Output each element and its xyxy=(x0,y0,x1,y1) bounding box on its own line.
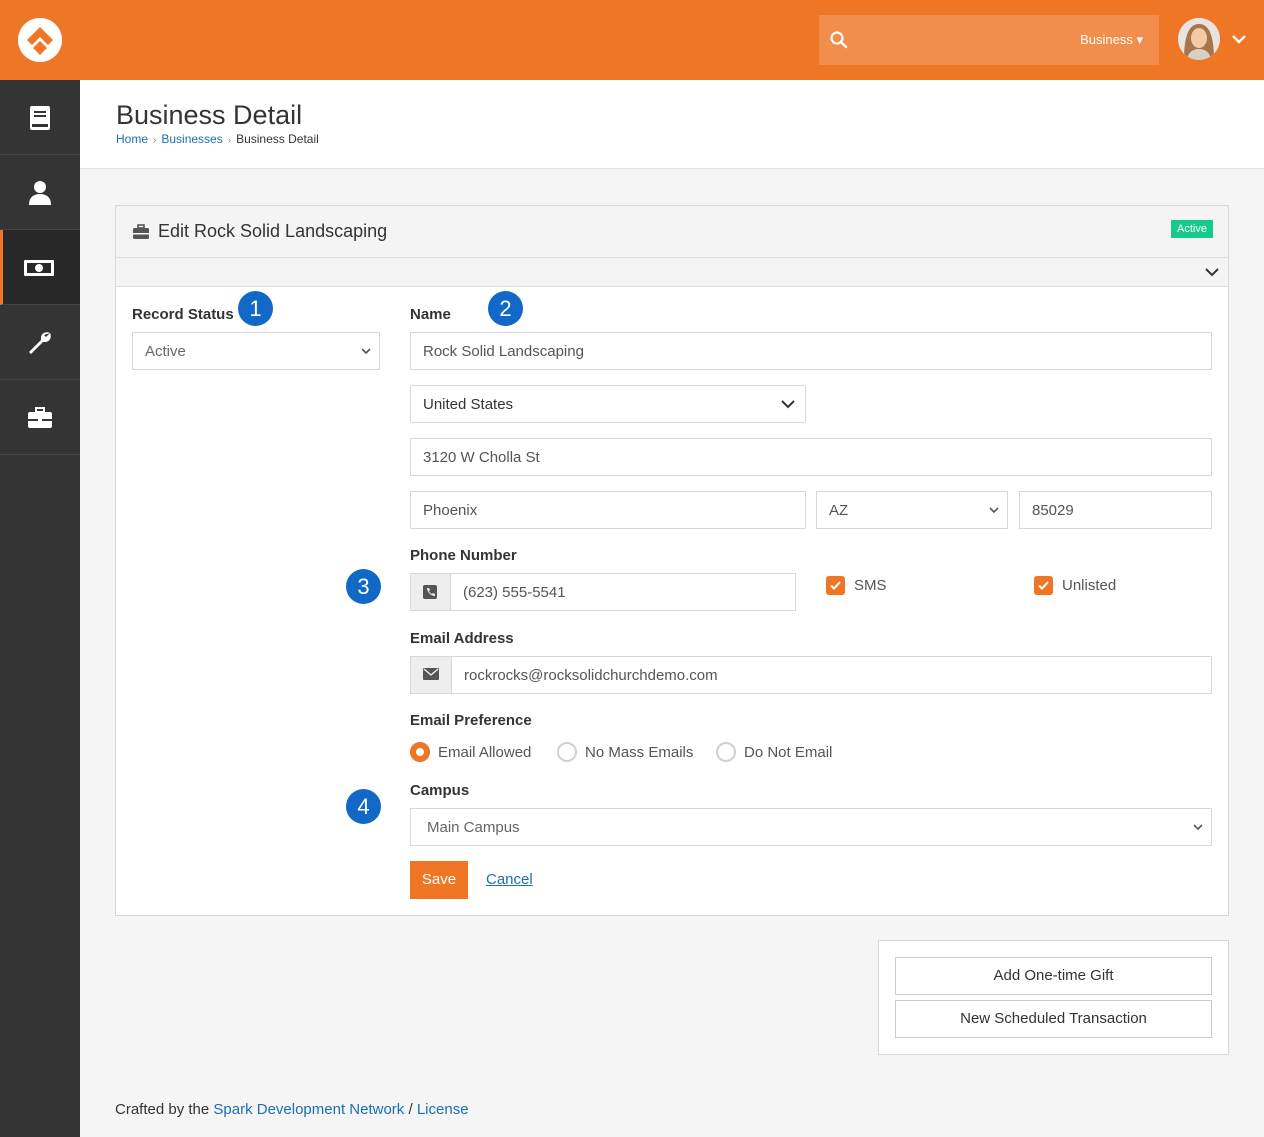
name-label: Name xyxy=(410,306,451,323)
email-label: Email Address xyxy=(410,630,514,647)
panel-heading: Edit Rock Solid Landscaping Active xyxy=(116,206,1228,258)
callout-badge-4: 4 xyxy=(346,789,381,824)
do-not-email-radio[interactable] xyxy=(716,742,736,762)
chevron-down-icon xyxy=(1193,824,1203,831)
country-select[interactable]: United States xyxy=(410,385,806,423)
unlisted-label: Unlisted xyxy=(1062,577,1117,594)
sidebar-item-finance[interactable] xyxy=(0,230,80,305)
check-icon xyxy=(1038,581,1049,590)
breadcrumb-home[interactable]: Home xyxy=(116,132,148,146)
record-status-select[interactable]: Active xyxy=(132,332,380,370)
page-header: Business Detail Home › Businesses › Business… xyxy=(80,80,1264,169)
search-input[interactable] xyxy=(859,25,1079,55)
chevron-down-icon[interactable] xyxy=(1230,30,1248,48)
search-box[interactable]: Business ▾ xyxy=(819,15,1159,65)
cancel-button[interactable]: Cancel xyxy=(486,871,533,888)
briefcase-icon xyxy=(28,407,52,428)
breadcrumb-current: Business Detail xyxy=(236,132,319,146)
campus-label: Campus xyxy=(410,782,470,799)
email-addon xyxy=(411,657,452,693)
envelope-icon xyxy=(423,668,439,680)
no-mass-emails-radio[interactable] xyxy=(557,742,577,762)
phone-input[interactable]: (623) 555-5541 xyxy=(410,573,796,611)
city-value: Phoenix xyxy=(423,502,478,519)
zip-value: 85029 xyxy=(1032,502,1074,519)
do-not-email-label: Do Not Email xyxy=(744,744,833,761)
sidebar-item-business[interactable] xyxy=(0,380,80,455)
panel-drawer[interactable] xyxy=(116,258,1228,287)
state-select[interactable]: AZ xyxy=(816,491,1008,529)
footer-prefix: Crafted by the xyxy=(115,1101,214,1118)
search-icon xyxy=(830,31,848,49)
footer-spark-link[interactable]: Spark Development Network xyxy=(213,1101,404,1118)
footer-license-link[interactable]: License xyxy=(417,1101,469,1118)
callout-badge-3: 3 xyxy=(346,569,381,604)
sidebar-item-people[interactable] xyxy=(0,155,80,230)
chevron-down-icon xyxy=(781,400,795,409)
phone-icon xyxy=(423,585,437,599)
book-icon xyxy=(30,106,50,130)
campus-select[interactable]: Main Campus xyxy=(410,808,1212,846)
person-icon xyxy=(29,181,51,205)
email-allowed-radio[interactable] xyxy=(410,742,430,762)
phone-label: Phone Number xyxy=(410,547,517,564)
name-value: Rock Solid Landscaping xyxy=(423,343,584,360)
email-input[interactable]: rockrocks@rocksolidchurchdemo.com xyxy=(410,656,1212,694)
gift-actions-panel: Add One-time Gift New Scheduled Transact… xyxy=(878,940,1229,1055)
no-mass-emails-label: No Mass Emails xyxy=(585,744,694,761)
name-input[interactable]: Rock Solid Landscaping xyxy=(410,332,1212,370)
phone-value: (623) 555-5541 xyxy=(463,584,566,601)
page-title: Business Detail xyxy=(116,100,303,130)
callout-badge-2: 2 xyxy=(488,291,523,326)
top-navbar: Business ▾ xyxy=(0,0,1264,80)
phone-addon xyxy=(411,574,451,610)
country-value: United States xyxy=(423,396,514,413)
sidebar xyxy=(0,80,80,1137)
callout-badge-1: 1 xyxy=(238,291,273,326)
footer-separator: / xyxy=(404,1101,417,1118)
chevron-right-icon: › xyxy=(227,135,232,146)
email-preference-label: Email Preference xyxy=(410,712,532,729)
breadcrumb: Home › Businesses › Business Detail xyxy=(116,132,319,146)
briefcase-icon xyxy=(133,224,149,239)
panel-title: Edit Rock Solid Landscaping xyxy=(158,221,388,241)
campus-value: Main Campus xyxy=(427,819,520,836)
money-icon xyxy=(24,260,54,276)
sidebar-item-book[interactable] xyxy=(0,80,80,155)
add-one-time-gift-button[interactable]: Add One-time Gift xyxy=(895,957,1212,995)
chevron-down-icon[interactable] xyxy=(1204,266,1220,278)
save-button[interactable]: Save xyxy=(410,861,468,899)
check-icon xyxy=(830,581,841,590)
chevron-down-icon xyxy=(361,348,371,355)
email-value: rockrocks@rocksolidchurchdemo.com xyxy=(464,667,718,684)
state-value: AZ xyxy=(829,502,849,519)
new-scheduled-transaction-button[interactable]: New Scheduled Transaction xyxy=(895,1000,1212,1038)
email-allowed-label: Email Allowed xyxy=(438,744,532,761)
breadcrumb-businesses[interactable]: Businesses xyxy=(161,132,222,146)
record-status-label: Record Status xyxy=(132,306,234,323)
zip-input[interactable]: 85029 xyxy=(1019,491,1212,529)
sms-checkbox[interactable] xyxy=(826,576,845,595)
wrench-icon xyxy=(29,332,51,354)
city-input[interactable]: Phoenix xyxy=(410,491,806,529)
chevron-down-icon xyxy=(989,507,999,514)
chevron-right-icon: › xyxy=(153,135,157,146)
record-status-value: Active xyxy=(145,343,186,360)
status-badge: Active xyxy=(1171,220,1213,238)
street-input[interactable]: 3120 W Cholla St xyxy=(410,438,1212,476)
unlisted-checkbox[interactable] xyxy=(1034,576,1053,595)
sidebar-item-tools[interactable] xyxy=(0,305,80,380)
footer: Crafted by the Spark Development Network… xyxy=(115,1101,469,1118)
sms-label: SMS xyxy=(854,577,887,594)
rock-logo-icon[interactable] xyxy=(18,18,62,62)
street-value: 3120 W Cholla St xyxy=(423,449,540,466)
search-scope-dropdown[interactable]: Business ▾ xyxy=(1080,32,1143,48)
avatar[interactable] xyxy=(1178,18,1220,60)
